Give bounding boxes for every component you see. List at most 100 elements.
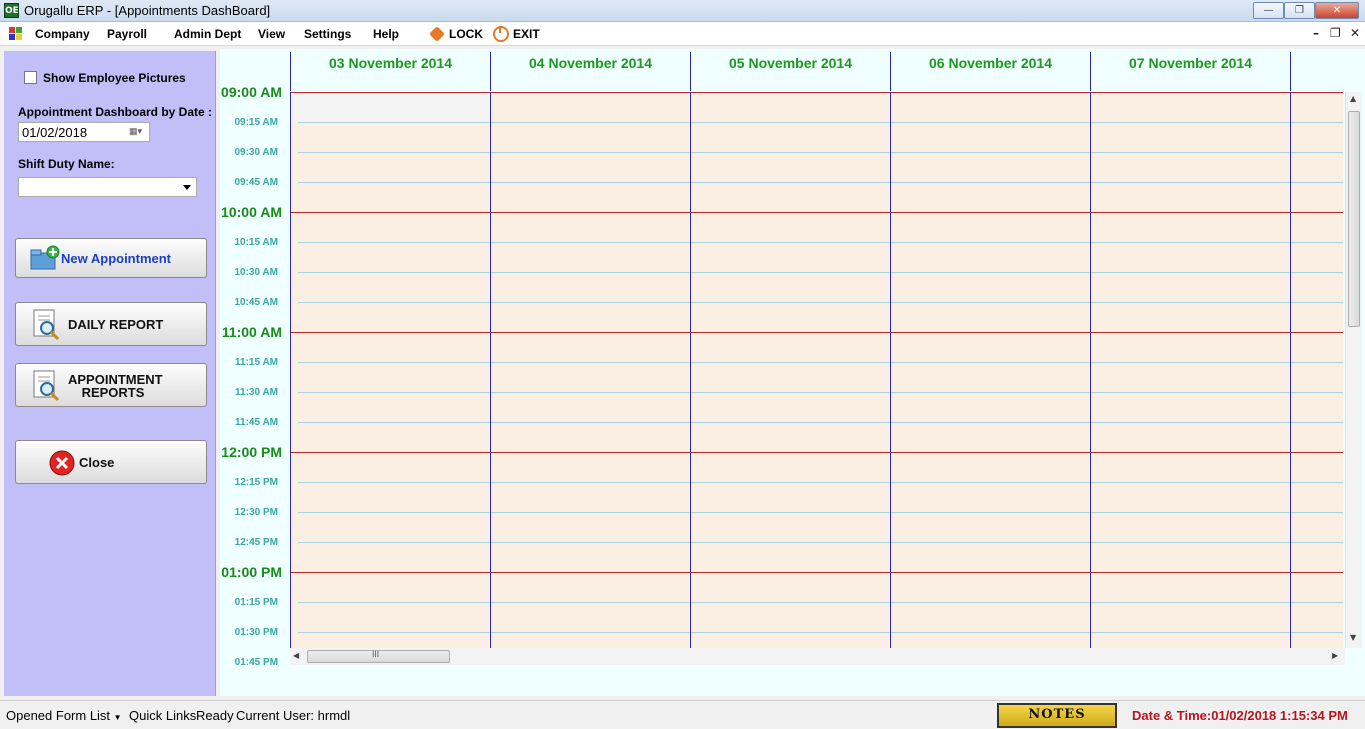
day-header: 05 November 2014 <box>690 52 890 91</box>
vertical-scroll-thumb[interactable] <box>1348 111 1360 327</box>
time-label: 09:00 AM <box>221 84 282 100</box>
new-appointment-button[interactable]: New Appointment <box>15 238 207 278</box>
menu-view[interactable]: View <box>258 27 285 41</box>
quarter-line <box>298 392 1343 393</box>
time-label: 09:15 AM <box>234 117 278 128</box>
menu-admin-dept[interactable]: Admin Dept <box>174 27 241 41</box>
calendar-grid[interactable] <box>290 92 1343 648</box>
quarter-line <box>298 602 1343 603</box>
show-employee-pictures-checkbox[interactable] <box>24 71 37 84</box>
time-label: 01:30 PM <box>234 627 278 638</box>
time-label: 10:15 AM <box>234 237 278 248</box>
menu-settings[interactable]: Settings <box>304 27 351 41</box>
daily-report-label: DAILY REPORT <box>68 317 164 332</box>
menu-company[interactable]: Company <box>35 27 90 41</box>
status-ready: Ready <box>196 708 234 723</box>
close-button[interactable]: Close <box>15 440 207 484</box>
scroll-grip: III <box>372 650 380 659</box>
lock-button[interactable]: LOCK <box>449 27 483 41</box>
vertical-scrollbar[interactable]: ▲ ▼ <box>1345 92 1362 648</box>
shift-duty-label: Shift Duty Name: <box>18 157 115 171</box>
notes-button[interactable]: NOTES <box>997 703 1117 728</box>
time-label: 11:45 AM <box>235 417 278 428</box>
day-divider <box>1290 92 1291 648</box>
time-label: 09:45 AM <box>234 177 278 188</box>
restore-button[interactable]: ❐ <box>1284 2 1315 19</box>
opened-form-list-dropdown[interactable]: Opened Form List ▼ <box>6 708 122 723</box>
new-appointment-label: New Appointment <box>61 251 172 266</box>
quarter-line <box>298 152 1343 153</box>
scroll-up-icon[interactable]: ▲ <box>1350 94 1356 103</box>
time-label: 01:00 PM <box>221 564 282 580</box>
menu-bar: Company Payroll Admin Dept View Settings… <box>0 22 1365 46</box>
day-divider <box>290 92 291 648</box>
day-header: 06 November 2014 <box>890 52 1090 91</box>
time-label: 10:30 AM <box>234 267 278 278</box>
window-title: Orugallu ERP - [Appointments DashBoard] <box>24 3 271 18</box>
time-label: 12:15 PM <box>234 477 278 488</box>
calendar-dropdown-icon[interactable]: ▦▾ <box>129 126 146 138</box>
appointment-calendar: 03 November 2014 04 November 2014 05 Novem… <box>220 49 1365 696</box>
menu-help[interactable]: Help <box>373 27 399 41</box>
report-search-icon <box>33 370 60 402</box>
chevron-down-icon <box>183 185 191 190</box>
exit-button[interactable]: EXIT <box>513 27 540 41</box>
quick-links[interactable]: Quick Links <box>129 708 196 723</box>
appointment-reports-label-line2: REPORTS <box>81 385 145 400</box>
status-bar: Opened Form List ▼ Quick Links Ready Cur… <box>0 700 1365 729</box>
time-label: 11:00 AM <box>221 324 282 340</box>
time-label: 12:30 PM <box>234 507 278 518</box>
selected-time-slot[interactable] <box>290 92 489 122</box>
scroll-left-icon[interactable]: ◀ <box>293 651 299 660</box>
appointment-reports-button[interactable]: APPOINTMENT REPORTS <box>15 363 207 407</box>
quarter-line <box>298 482 1343 483</box>
close-window-button[interactable]: ✕ <box>1315 2 1359 19</box>
date-time-display: Date & Time:01/02/2018 1:15:34 PM <box>1132 708 1348 723</box>
daily-report-button[interactable]: DAILY REPORT <box>15 302 207 346</box>
mdi-close-button[interactable]: ✕ <box>1350 26 1360 40</box>
calendar-day-header: 03 November 2014 04 November 2014 05 Novem… <box>290 52 1345 91</box>
scroll-right-icon[interactable]: ▶ <box>1332 651 1338 660</box>
quarter-line <box>298 512 1343 513</box>
scroll-down-icon[interactable]: ▼ <box>1350 633 1356 642</box>
app-menu-icon[interactable] <box>9 27 22 40</box>
show-employee-pictures-label: Show Employee Pictures <box>43 71 186 85</box>
time-label: 09:30 AM <box>234 147 278 158</box>
quarter-line <box>298 182 1343 183</box>
date-value: 01/02/2018 <box>22 125 88 140</box>
day-header: 10 <box>1290 52 1345 91</box>
time-label: 01:45 PM <box>234 657 278 668</box>
horizontal-scrollbar[interactable]: ◀ III ▶ <box>290 648 1345 665</box>
time-label: 12:45 PM <box>234 537 278 548</box>
power-icon <box>493 26 509 42</box>
mdi-minimize-button[interactable]: – <box>1313 26 1319 40</box>
close-label: Close <box>79 455 115 470</box>
horizontal-scroll-thumb[interactable]: III <box>307 650 450 663</box>
quarter-line <box>298 632 1343 633</box>
current-user: Current User: hrmdl <box>236 708 351 723</box>
menu-payroll[interactable]: Payroll <box>107 27 147 41</box>
time-label: 11:30 AM <box>235 387 278 398</box>
quarter-line <box>298 272 1343 273</box>
time-label: 10:00 AM <box>221 204 282 220</box>
day-divider <box>890 92 891 648</box>
chevron-down-icon: ▼ <box>113 713 122 722</box>
sidebar-panel: Show Employee Pictures Appointment Dashb… <box>4 51 216 696</box>
quarter-line <box>298 122 1343 123</box>
quarter-line <box>298 542 1343 543</box>
day-header: 07 November 2014 <box>1090 52 1290 91</box>
minimize-button[interactable]: — <box>1253 2 1284 19</box>
time-label: 11:15 AM <box>235 357 278 368</box>
window-controls: — ❐ ✕ <box>1253 2 1359 19</box>
time-label: 01:15 PM <box>234 597 278 608</box>
close-icon <box>49 450 75 476</box>
quarter-line <box>298 362 1343 363</box>
mdi-restore-button[interactable]: ❐ <box>1330 26 1341 40</box>
hour-line <box>290 332 1343 333</box>
hour-line <box>290 212 1343 213</box>
lock-icon <box>429 26 445 42</box>
shift-duty-select[interactable] <box>18 177 197 197</box>
date-picker[interactable]: 01/02/2018 ▦▾ <box>18 122 150 142</box>
quarter-line <box>298 302 1343 303</box>
day-header: 04 November 2014 <box>490 52 690 91</box>
